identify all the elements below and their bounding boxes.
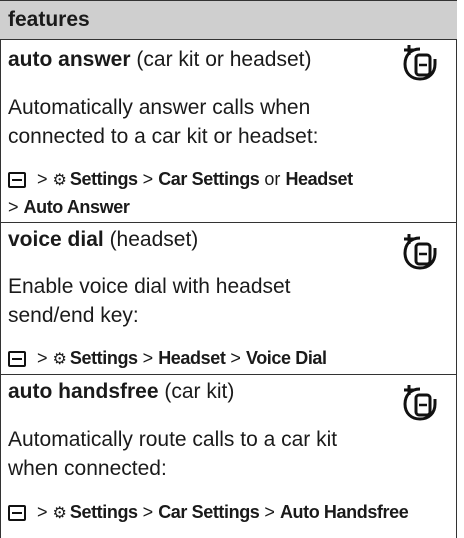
path-separator: > [264,502,275,522]
menu-path: > ⚙︎ Settings > Headset > Voice Dial [8,348,327,369]
feature-name: auto handsfree [8,380,159,403]
section-description: Automatically route calls to a car kit w… [8,425,388,483]
description-line: Automatically route calls to a car kit [8,428,338,451]
feature-qualifier: (car kit) [164,380,235,403]
settings-icon: ⚙︎ [52,504,67,522]
path-separator: > [37,502,48,522]
section-title-auto-handsfree: auto handsfree (car kit) [8,380,234,404]
section-title-voice-dial: voice dial (headset) [8,228,198,252]
headset-icon [403,45,437,81]
table-header: features [0,0,457,40]
path-final: Auto Answer [23,197,130,217]
path-settings: Settings [69,502,138,522]
section-description: Automatically answer calls when connecte… [8,93,368,151]
path-settings: Settings [69,348,138,368]
feature-qualifier: (car kit or headset) [136,48,312,71]
settings-icon: ⚙︎ [52,350,67,368]
settings-icon: ⚙︎ [52,171,67,189]
description-line: when connected: [8,457,167,480]
feature-name: voice dial [8,228,104,251]
path-final: Voice Dial [245,348,327,368]
menu-path: > ⚙︎ Settings > Car Settings > Auto Hand… [8,502,409,523]
path-separator: > [37,348,48,368]
menu-key-icon [8,350,26,367]
headset-icon [403,385,437,421]
headset-icon [403,234,437,270]
path-separator: > [142,169,154,189]
description-line: Enable voice dial with headset [8,275,291,298]
path-headset: Headset [158,348,226,368]
section-title-auto-answer: auto answer (car kit or headset) [8,48,311,72]
description-line: send/end key: [8,304,139,327]
path-or: or [264,169,281,189]
page: features auto answer (car kit or headset… [0,0,464,538]
description-line: connected to a car kit or headset: [8,125,319,148]
section-divider [0,374,457,375]
path-separator: > [37,169,48,189]
section-description: Enable voice dial with headset send/end … [8,272,368,330]
path-car-settings: Car Settings [158,169,260,189]
menu-key-icon [8,171,26,188]
menu-path: > ⚙︎ Settings > Car Settings or Headset [8,169,353,190]
path-separator: > [8,197,19,217]
header-title: features [8,8,90,31]
menu-path-continued: > Auto Answer [8,197,130,218]
description-line: Automatically answer calls when [8,96,311,119]
path-separator: > [142,502,154,522]
path-settings: Settings [69,169,138,189]
path-separator: > [142,348,154,368]
feature-name: auto answer [8,48,131,71]
path-separator: > [230,348,241,368]
path-car-settings: Car Settings [158,502,260,522]
feature-qualifier: (headset) [109,228,199,251]
path-headset: Headset [285,169,353,189]
path-final: Auto Handsfree [279,502,409,522]
section-divider [0,222,457,223]
menu-key-icon [8,504,26,521]
